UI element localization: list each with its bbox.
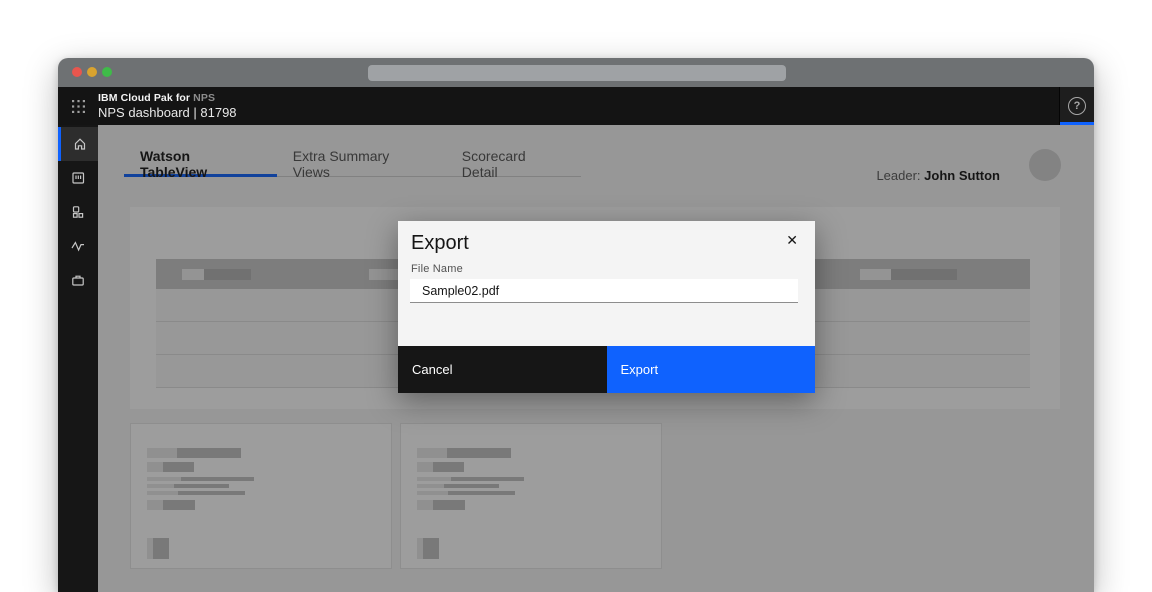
product-name-muted: NPS	[193, 92, 215, 104]
activity-icon	[70, 238, 86, 254]
briefcase-icon	[70, 272, 86, 288]
sidebar-item-category[interactable]	[58, 195, 98, 229]
export-modal: Export ✕ File Name Cancel Export	[398, 221, 815, 393]
product-name: IBM Cloud Pak for NPS	[98, 92, 237, 104]
file-name-input[interactable]	[410, 279, 798, 303]
modal-title: Export	[411, 232, 469, 255]
category-icon	[70, 204, 86, 220]
minimize-window-button[interactable]	[87, 67, 97, 77]
left-nav-rail	[58, 125, 98, 592]
file-name-label: File Name	[411, 263, 463, 275]
app-header-titles: IBM Cloud Pak for NPS NPS dashboard | 81…	[98, 87, 237, 125]
window-titlebar	[58, 58, 1094, 87]
export-button[interactable]: Export	[607, 346, 816, 393]
main-content: Watson TableView Extra Summary Views Sco…	[98, 125, 1094, 592]
close-icon[interactable]: ✕	[782, 230, 802, 251]
modal-footer: Cancel Export	[398, 346, 815, 393]
product-name-strong: IBM Cloud Pak for	[98, 92, 190, 104]
app-switcher-button[interactable]	[58, 87, 98, 125]
sidebar-item-portfolio[interactable]	[58, 263, 98, 297]
close-window-button[interactable]	[72, 67, 82, 77]
cancel-button[interactable]: Cancel	[398, 346, 607, 393]
help-button[interactable]: ?	[1059, 87, 1094, 125]
dashboard-title: NPS dashboard | 81798	[98, 105, 237, 120]
traffic-lights	[72, 67, 112, 77]
help-icon: ?	[1068, 97, 1086, 115]
workspace: Watson TableView Extra Summary Views Sco…	[58, 125, 1094, 592]
zoom-window-button[interactable]	[102, 67, 112, 77]
app-header: IBM Cloud Pak for NPS NPS dashboard | 81…	[58, 87, 1094, 125]
sidebar-item-reports[interactable]	[58, 161, 98, 195]
browser-window: IBM Cloud Pak for NPS NPS dashboard | 81…	[58, 58, 1094, 592]
report-icon	[70, 170, 86, 186]
sidebar-item-home[interactable]	[58, 127, 98, 161]
address-bar[interactable]	[368, 65, 786, 81]
header-spacer	[237, 87, 1059, 125]
app-switcher-icon	[72, 100, 85, 113]
home-icon	[72, 136, 88, 152]
sidebar-item-activity[interactable]	[58, 229, 98, 263]
